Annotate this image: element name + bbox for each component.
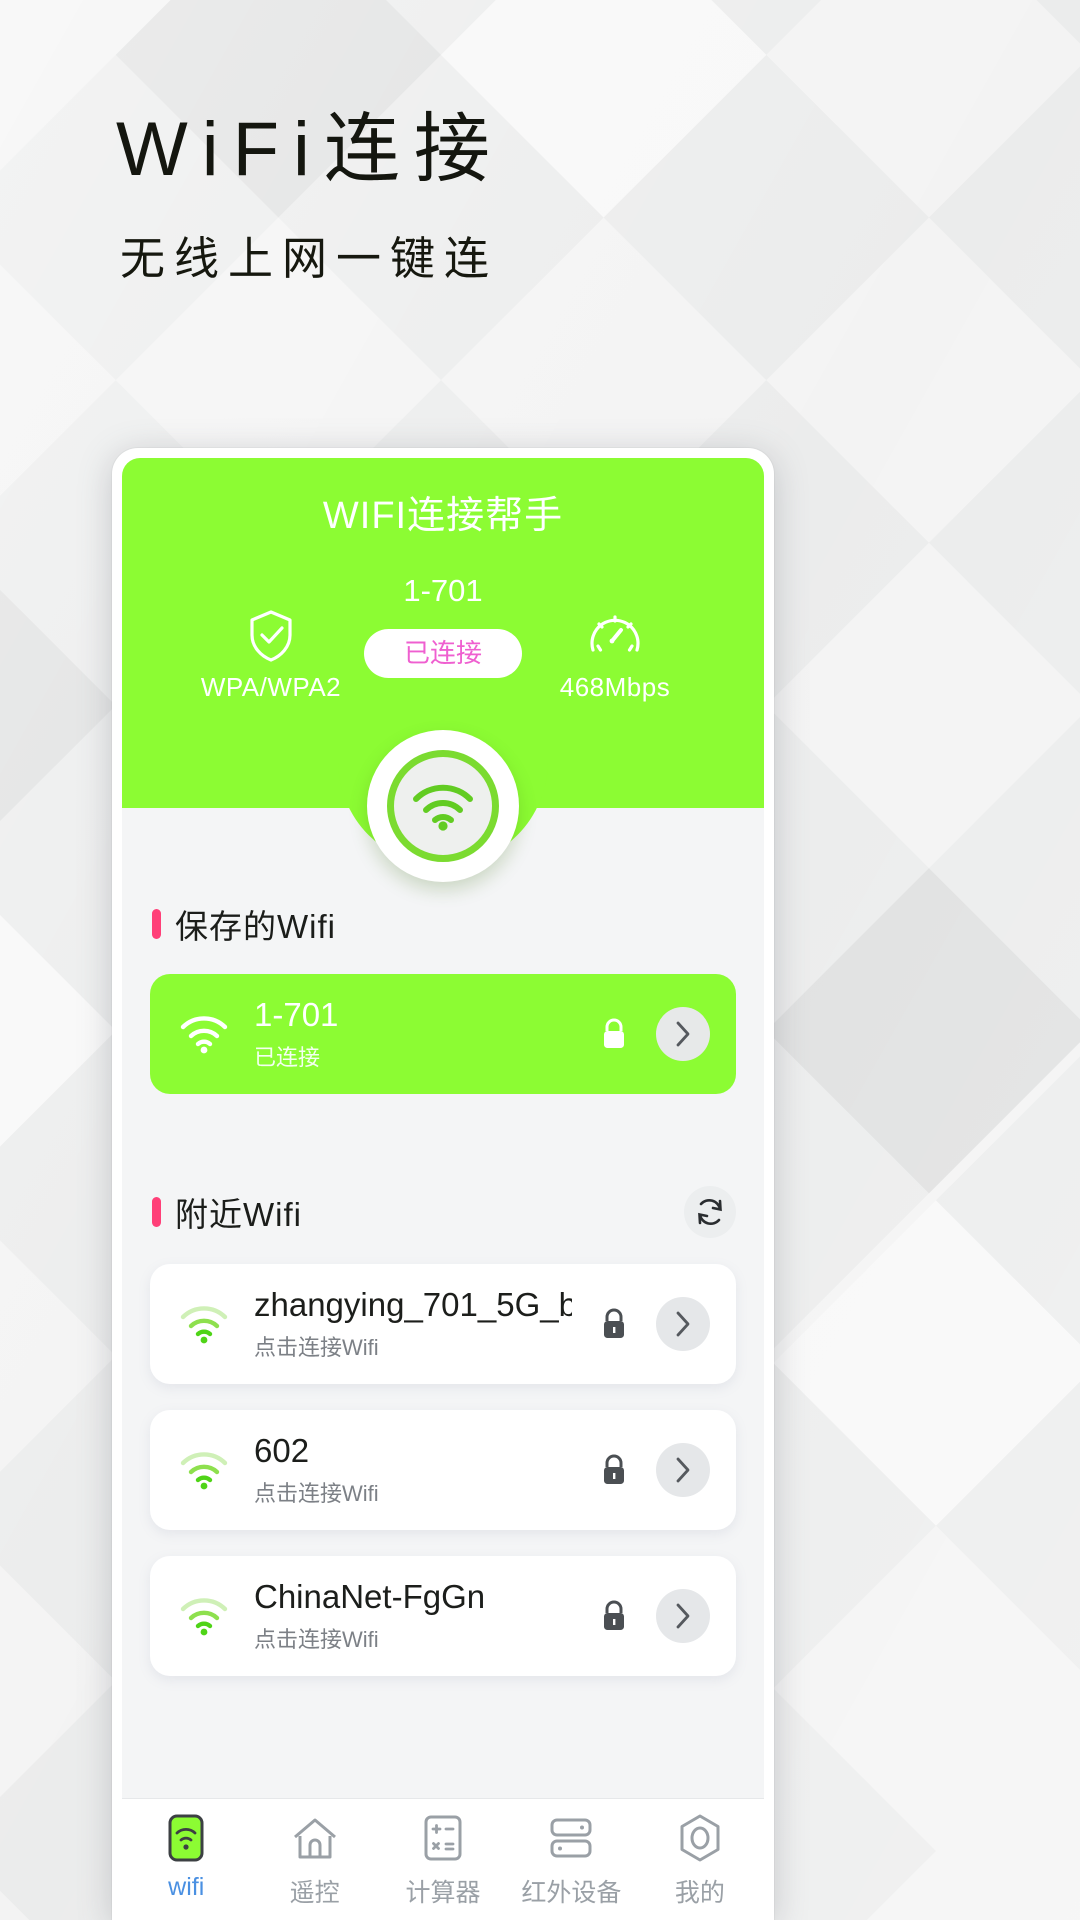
network-hint: 点击连接Wifi xyxy=(254,1334,379,1360)
chevron-right-icon[interactable] xyxy=(656,1588,710,1643)
lock-icon xyxy=(594,1600,634,1632)
section-accent-bar xyxy=(152,1196,161,1227)
wifi-signal-icon xyxy=(176,1013,232,1055)
nav-item-profile[interactable]: 我的 xyxy=(636,1811,764,1909)
saved-network-row[interactable]: 1-701 已连接 xyxy=(150,974,736,1094)
network-name: zhangying_701_5G_bgs xyxy=(254,1285,572,1323)
section-accent-bar xyxy=(152,909,161,939)
house-icon xyxy=(291,1811,339,1865)
chevron-right-icon[interactable] xyxy=(656,1442,710,1497)
wifi-signal-icon xyxy=(176,1303,232,1345)
network-name: 1-701 xyxy=(254,996,339,1033)
nav-label: 红外设备 xyxy=(521,1879,622,1907)
wifi-signal-icon xyxy=(176,1449,232,1491)
wifi-signal-icon xyxy=(176,1595,232,1637)
nav-label: wifi xyxy=(168,1873,205,1901)
nav-label: 计算器 xyxy=(405,1879,481,1907)
lock-icon xyxy=(594,1018,634,1050)
network-name: 602 xyxy=(254,1431,310,1469)
app-title: WIFI连接帮手 xyxy=(322,495,564,537)
shield-check-icon xyxy=(176,608,366,664)
network-hint: 点击连接Wifi xyxy=(254,1626,379,1652)
saved-section-header: 保存的Wifi xyxy=(150,900,736,948)
security-stat: WPA/WPA2 xyxy=(176,608,366,703)
speed-label: 468Mbps xyxy=(559,672,671,702)
wifi-status-badge[interactable] xyxy=(367,730,519,882)
bottom-navigation: wifi 遥控 计算器 红外设备 我的 xyxy=(122,1798,764,1920)
nav-label: 遥控 xyxy=(289,1879,340,1907)
nav-item-infrared[interactable]: 红外设备 xyxy=(507,1811,635,1909)
lock-icon xyxy=(594,1308,634,1340)
nav-item-calculator[interactable]: 计算器 xyxy=(379,1811,507,1909)
network-hint: 点击连接Wifi xyxy=(254,1480,379,1506)
speed-stat: 468Mbps xyxy=(520,608,710,703)
refresh-icon[interactable] xyxy=(684,1185,736,1238)
network-name: ChinaNet-FgGn xyxy=(254,1577,486,1615)
network-status: 已连接 xyxy=(254,1044,321,1070)
network-list-body: 保存的Wifi 1-701 已连接 附近Wifi zhangying_701_5… xyxy=(122,808,764,1798)
status-badge: 已连接 xyxy=(363,629,522,678)
nearby-network-row[interactable]: ChinaNet-FgGn 点击连接Wifi xyxy=(150,1555,736,1676)
hero-text-block: WiFi连接 无线上网一键连 xyxy=(116,112,504,287)
nearby-network-row[interactable]: zhangying_701_5G_bgs 点击连接Wifi xyxy=(150,1263,736,1384)
lock-icon xyxy=(594,1454,634,1486)
nearby-network-row[interactable]: 602 点击连接Wifi xyxy=(150,1409,736,1530)
server-stack-icon xyxy=(548,1811,594,1865)
nav-label: 我的 xyxy=(674,1879,725,1907)
page-title: WiFi连接 xyxy=(116,107,504,192)
saved-network-text: 1-701 已连接 xyxy=(254,996,572,1072)
security-label: WPA/WPA2 xyxy=(200,672,342,702)
calculator-icon xyxy=(423,1811,463,1865)
hexagon-user-icon xyxy=(677,1811,723,1865)
wifi-signal-icon xyxy=(387,750,499,862)
nearby-network-text: ChinaNet-FgGn 点击连接Wifi xyxy=(254,1578,572,1654)
saved-section-title: 保存的Wifi xyxy=(175,908,336,945)
nearby-network-text: 602 点击连接Wifi xyxy=(254,1432,572,1508)
nearby-section-title: 附近Wifi xyxy=(175,1195,302,1233)
nav-item-remote[interactable]: 遥控 xyxy=(250,1811,378,1909)
chevron-right-icon[interactable] xyxy=(656,1006,710,1061)
wifi-phone-icon xyxy=(166,1811,206,1865)
chevron-right-icon[interactable] xyxy=(656,1296,710,1351)
nav-item-wifi[interactable]: wifi xyxy=(122,1811,250,1902)
page-subtitle: 无线上网一键连 xyxy=(120,233,499,284)
app-screen: WIFI连接帮手 1-701 已连接 WPA/WPA2 468Mbps 保存的W… xyxy=(122,458,764,1920)
nearby-network-text: zhangying_701_5G_bgs 点击连接Wifi xyxy=(254,1286,572,1362)
phone-mockup: WIFI连接帮手 1-701 已连接 WPA/WPA2 468Mbps 保存的W… xyxy=(112,448,774,1920)
status-header-panel: WIFI连接帮手 1-701 已连接 WPA/WPA2 468Mbps xyxy=(122,458,764,882)
speedometer-icon xyxy=(520,608,710,664)
nearby-section-header: 附近Wifi xyxy=(150,1185,736,1238)
connected-ssid: 1-701 xyxy=(403,573,483,608)
